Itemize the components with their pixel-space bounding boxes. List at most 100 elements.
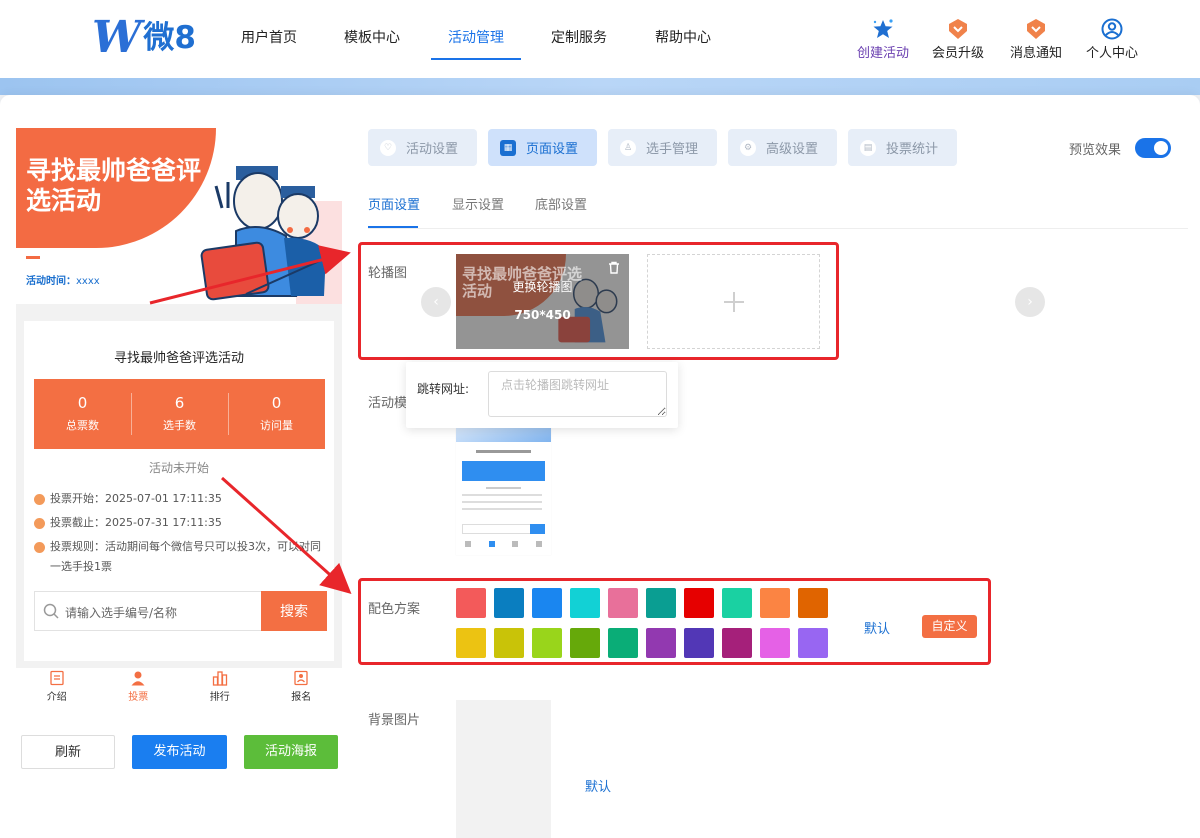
- star-icon: [873, 19, 893, 38]
- site-logo[interactable]: W 微8: [92, 16, 196, 60]
- color-swatch[interactable]: [798, 588, 828, 618]
- logo-text: 微8: [143, 20, 196, 56]
- color-swatch[interactable]: [608, 588, 638, 618]
- subtab-display-settings[interactable]: 显示设置: [452, 194, 504, 213]
- color-swatch[interactable]: [570, 588, 600, 618]
- hero-time-label: 活动时间：: [26, 276, 76, 287]
- carousel-prev-button[interactable]: ‹: [421, 287, 451, 317]
- preview-card-title: 寻找最帅爸爸评选活动: [113, 351, 244, 366]
- color-swatch[interactable]: [494, 628, 524, 658]
- step-contestant-management[interactable]: ♙ 选手管理: [608, 129, 717, 166]
- mock-status-line: [486, 487, 521, 489]
- change-carousel-button[interactable]: 更换轮播图: [456, 278, 629, 295]
- nav-active-underline: [431, 58, 521, 60]
- user-center-button[interactable]: 个人中心: [1077, 18, 1147, 61]
- logo-mark: W: [92, 12, 141, 63]
- step-label: 高级设置: [766, 142, 819, 157]
- notifications-button[interactable]: 消息通知: [1001, 18, 1071, 61]
- color-swatch[interactable]: [646, 628, 676, 658]
- color-swatch[interactable]: [494, 588, 524, 618]
- step-advanced-settings[interactable]: ⚙ 高级设置: [728, 129, 837, 166]
- step-page-settings[interactable]: ▦ 页面设置: [488, 129, 597, 166]
- color-swatch[interactable]: [760, 588, 790, 618]
- step-label: 投票统计: [886, 142, 939, 157]
- color-swatch[interactable]: [798, 628, 828, 658]
- nav-help[interactable]: 帮助中心: [651, 0, 715, 60]
- jump-url-input[interactable]: [488, 371, 667, 417]
- step-activity-settings[interactable]: ♡ 活动设置: [368, 129, 477, 166]
- mock-tab-icon: [536, 541, 542, 547]
- vote-rules-text: 投票规则：活动期间每个微信号只可以投3次，可以对同一选手投1票: [50, 540, 321, 573]
- activity-template-label: 活动模: [368, 396, 408, 411]
- stat-value: 0: [271, 394, 282, 412]
- signup-icon: [294, 670, 308, 686]
- color-swatch[interactable]: [532, 628, 562, 658]
- settings-icon: ⚙: [740, 139, 756, 156]
- carousel-image-thumb[interactable]: 寻找最帅爸爸评选活动 更换轮播图 750*450: [456, 254, 629, 349]
- activity-template-thumb[interactable]: [456, 428, 551, 555]
- color-swatch-grid: [456, 588, 830, 658]
- nav-home[interactable]: 用户首页: [237, 0, 301, 60]
- subtab-page-settings[interactable]: 页面设置: [368, 194, 420, 213]
- vip-badge-icon: [949, 19, 967, 39]
- preview-effect-toggle[interactable]: [1135, 138, 1171, 158]
- search-input[interactable]: 请输入选手编号/名称: [65, 604, 177, 621]
- color-swatch[interactable]: [608, 628, 638, 658]
- nav-templates[interactable]: 模板中心: [340, 0, 404, 60]
- search-button[interactable]: 搜索: [261, 591, 327, 631]
- color-swatch[interactable]: [532, 588, 562, 618]
- member-upgrade-button[interactable]: 会员升级: [923, 18, 993, 61]
- stat-visits: 0 访问量: [228, 379, 325, 449]
- color-swatch[interactable]: [722, 588, 752, 618]
- document-icon: [50, 670, 64, 686]
- hero-time-value: xxxx: [76, 276, 100, 287]
- vote-end-info: 投票截止：2025-07-31 17:11:35: [34, 513, 324, 533]
- carousel-next-button[interactable]: ›: [1015, 287, 1045, 317]
- heart-icon: ♡: [380, 139, 396, 156]
- color-swatch[interactable]: [722, 628, 752, 658]
- background-default-option[interactable]: 默认: [585, 776, 611, 795]
- stat-label: 总票数: [66, 419, 99, 432]
- tab-signup[interactable]: 报名: [261, 668, 343, 708]
- color-swatch[interactable]: [456, 588, 486, 618]
- color-swatch[interactable]: [684, 588, 714, 618]
- subtab-footer-settings[interactable]: 底部设置: [535, 194, 587, 213]
- add-carousel-image[interactable]: [647, 254, 820, 349]
- step-label: 页面设置: [526, 142, 579, 157]
- tab-vote-label: 投票: [128, 692, 149, 703]
- preview-tab-bar: 介绍 投票 排行 报名: [16, 668, 342, 708]
- subtab-divider: [368, 228, 1188, 229]
- nav-custom-service[interactable]: 定制服务: [547, 0, 611, 60]
- background-image-label: 背景图片: [368, 713, 421, 728]
- create-activity-button[interactable]: 创建活动: [848, 18, 918, 61]
- color-custom-button[interactable]: 自定义: [922, 615, 977, 638]
- refresh-button[interactable]: 刷新: [21, 735, 115, 769]
- mock-stats-bar: [462, 461, 545, 481]
- color-default-option[interactable]: 默认: [864, 618, 890, 637]
- person-icon: [131, 671, 145, 686]
- publish-activity-button[interactable]: 发布活动: [132, 735, 227, 769]
- user-icon: ♙: [620, 139, 636, 156]
- tab-vote[interactable]: 投票: [98, 668, 180, 708]
- color-swatch[interactable]: [684, 628, 714, 658]
- layout-icon: ▦: [500, 139, 516, 156]
- top-header: W 微8 用户首页 模板中心 活动管理 定制服务 帮助中心 创建活动 会员升级 …: [0, 0, 1200, 78]
- member-upgrade-label: 会员升级: [931, 46, 984, 61]
- step-vote-statistics[interactable]: ▤ 投票统计: [848, 129, 957, 166]
- color-swatch[interactable]: [456, 628, 486, 658]
- activity-poster-button[interactable]: 活动海报: [244, 735, 338, 769]
- background-image-slot[interactable]: [456, 700, 551, 838]
- mock-tab-icon: [465, 541, 471, 547]
- carousel-size-hint: 750*450: [514, 308, 571, 322]
- nav-activity-management[interactable]: 活动管理: [444, 0, 508, 60]
- trash-icon[interactable]: [608, 261, 620, 274]
- color-swatch[interactable]: [570, 628, 600, 658]
- info-dot-icon: [34, 542, 45, 553]
- tab-intro[interactable]: 介绍: [16, 668, 98, 708]
- color-swatch[interactable]: [646, 588, 676, 618]
- tab-intro-label: 介绍: [46, 692, 67, 703]
- tab-ranking-label: 排行: [209, 692, 230, 703]
- color-swatch[interactable]: [760, 628, 790, 658]
- tab-signup-label: 报名: [291, 692, 312, 703]
- tab-ranking[interactable]: 排行: [179, 668, 261, 708]
